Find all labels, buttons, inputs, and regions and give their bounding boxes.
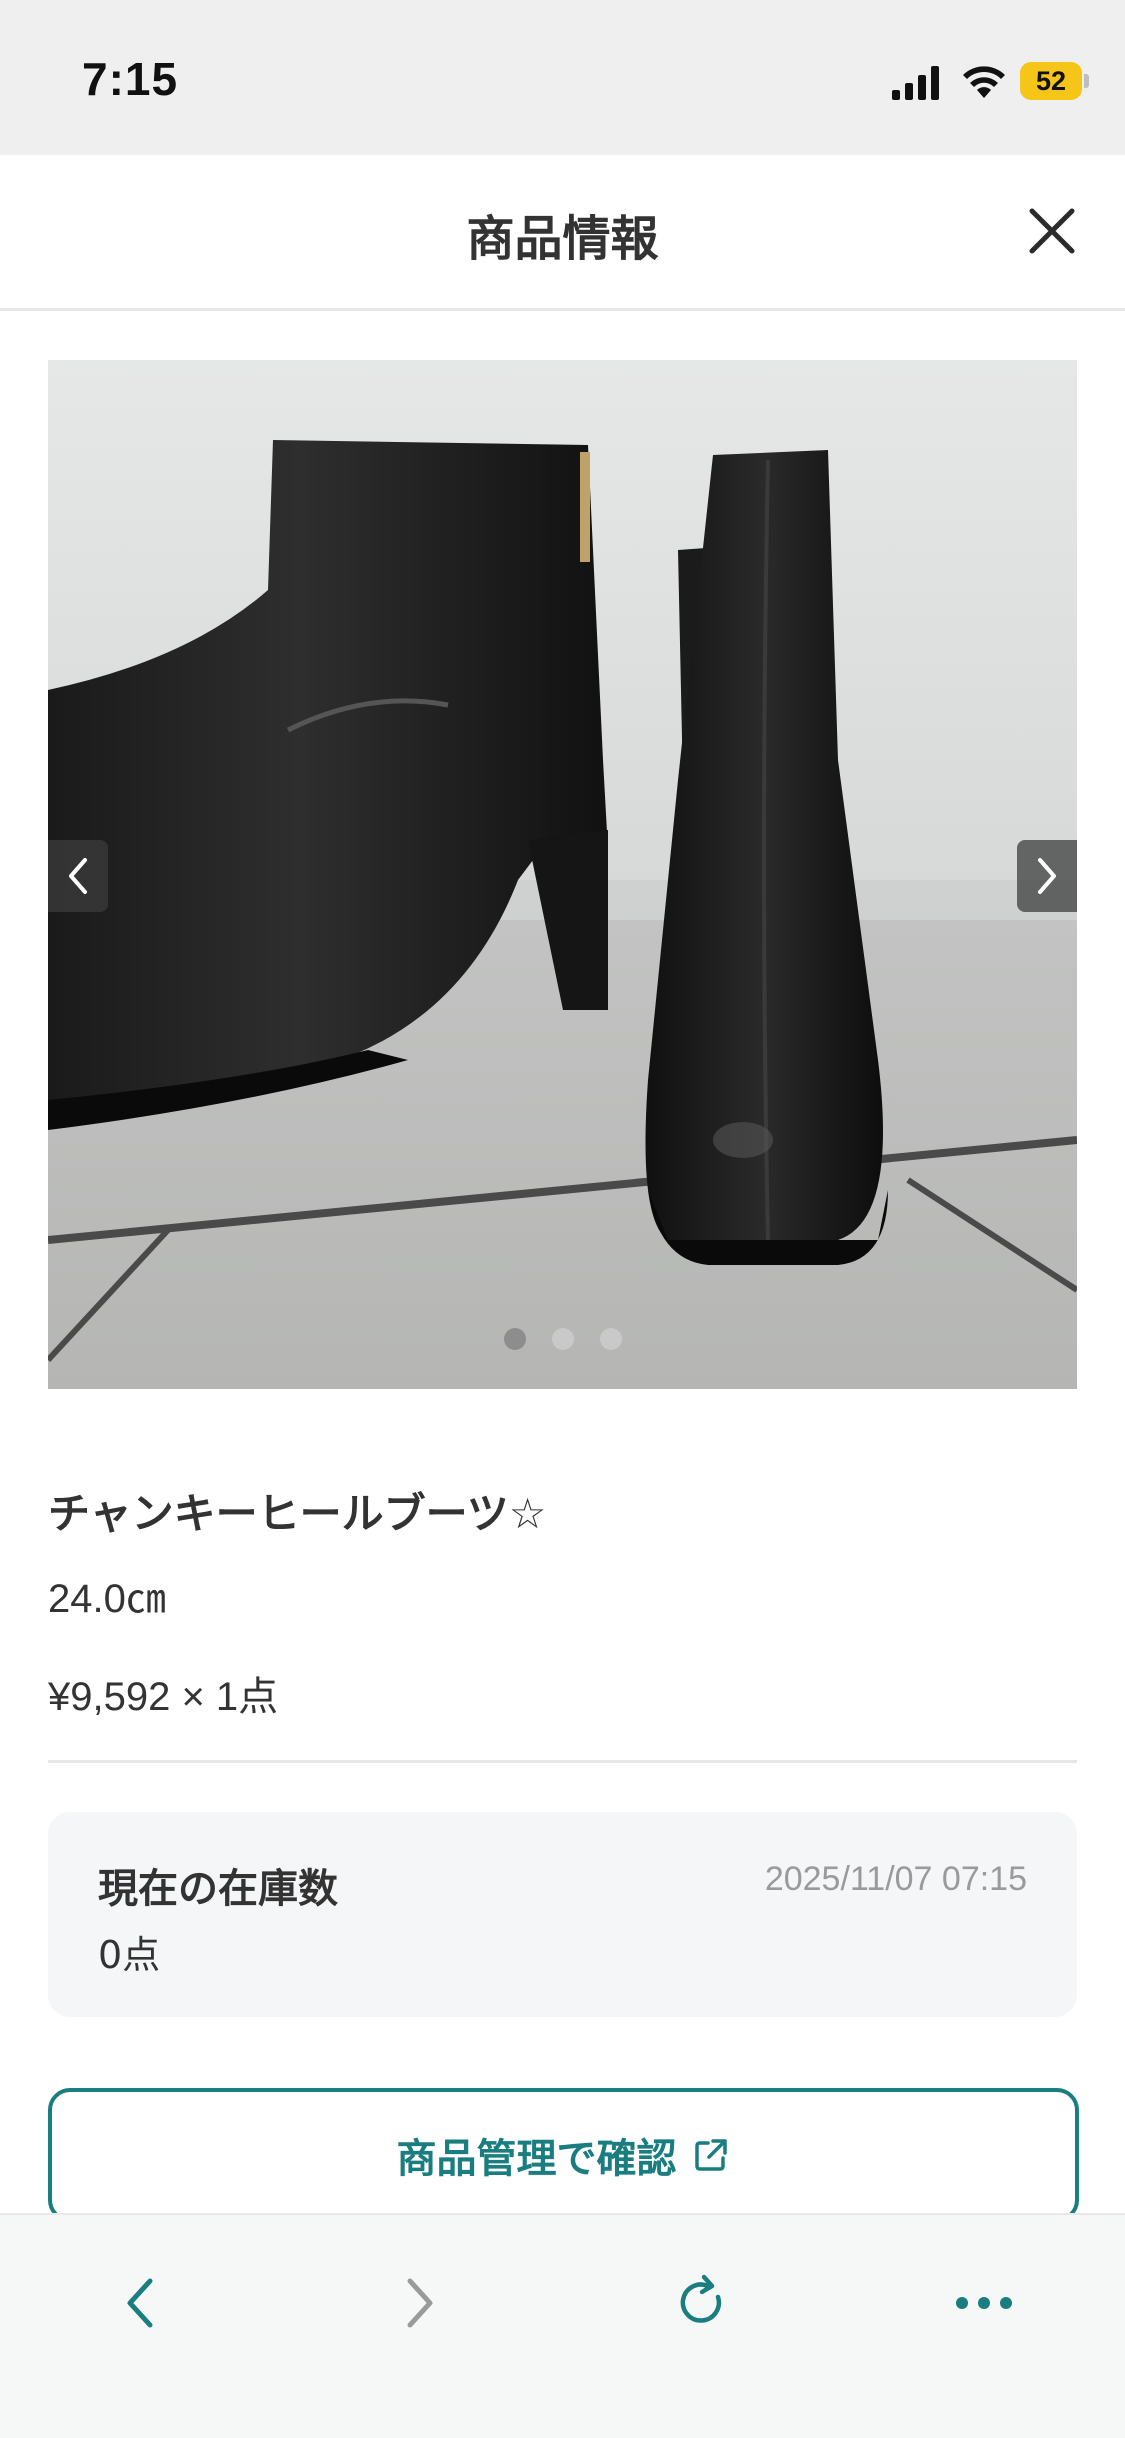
status-bar: 7:15 52: [0, 0, 1125, 155]
product-size: 24.0㎝: [48, 1577, 166, 1621]
header: 商品情報: [0, 155, 1125, 311]
product-name: チャンキーヒールブーツ☆: [48, 1489, 547, 1538]
view-in-product-management-button[interactable]: 商品管理で確認: [48, 2088, 1079, 2222]
chevron-left-icon: [127, 2278, 153, 2328]
battery-indicator: 52: [1020, 62, 1089, 100]
stock-timestamp: 2025/11/07 07:15: [764, 1860, 1027, 1898]
chevron-left-icon: [69, 858, 87, 894]
carousel-dot-3[interactable]: [599, 1328, 622, 1350]
back-button[interactable]: [104, 2267, 176, 2339]
manage-button-label: 商品管理で確認: [396, 2136, 677, 2182]
more-button[interactable]: [948, 2267, 1020, 2339]
stock-value: 0点: [98, 1933, 161, 1977]
carousel-dot-1[interactable]: [503, 1328, 526, 1350]
carousel-next-button[interactable]: [1017, 840, 1077, 912]
more-icon: [956, 2297, 1012, 2309]
product-photo: [48, 360, 1077, 1389]
battery-level: 52: [1020, 62, 1082, 100]
browser-toolbar: [0, 2213, 1125, 2438]
carousel-dots: [48, 1328, 1077, 1350]
page-title: 商品情報: [466, 211, 659, 267]
chevron-right-icon: [407, 2278, 433, 2328]
battery-tip: [1084, 74, 1089, 88]
close-button[interactable]: [1020, 199, 1084, 263]
status-time: 7:15: [82, 53, 179, 105]
cellular-signal-icon: [892, 66, 939, 100]
forward-button[interactable]: [384, 2267, 456, 2339]
carousel-prev-button[interactable]: [48, 840, 108, 912]
stock-card: 現在の在庫数 2025/11/07 07:15 0点: [48, 1812, 1077, 2017]
wifi-icon: [963, 66, 1005, 98]
stock-label: 現在の在庫数: [98, 1866, 338, 1912]
chevron-right-icon: [1038, 858, 1056, 894]
reload-icon: [680, 2274, 722, 2323]
close-icon: [1029, 208, 1075, 254]
product-image-carousel[interactable]: [48, 360, 1077, 1389]
product-price-quantity: ¥9,592 × 1点: [48, 1675, 279, 1719]
reload-button[interactable]: [666, 2267, 738, 2339]
divider: [48, 1760, 1077, 1763]
external-link-icon: [694, 2139, 727, 2171]
carousel-dot-2[interactable]: [551, 1328, 574, 1350]
